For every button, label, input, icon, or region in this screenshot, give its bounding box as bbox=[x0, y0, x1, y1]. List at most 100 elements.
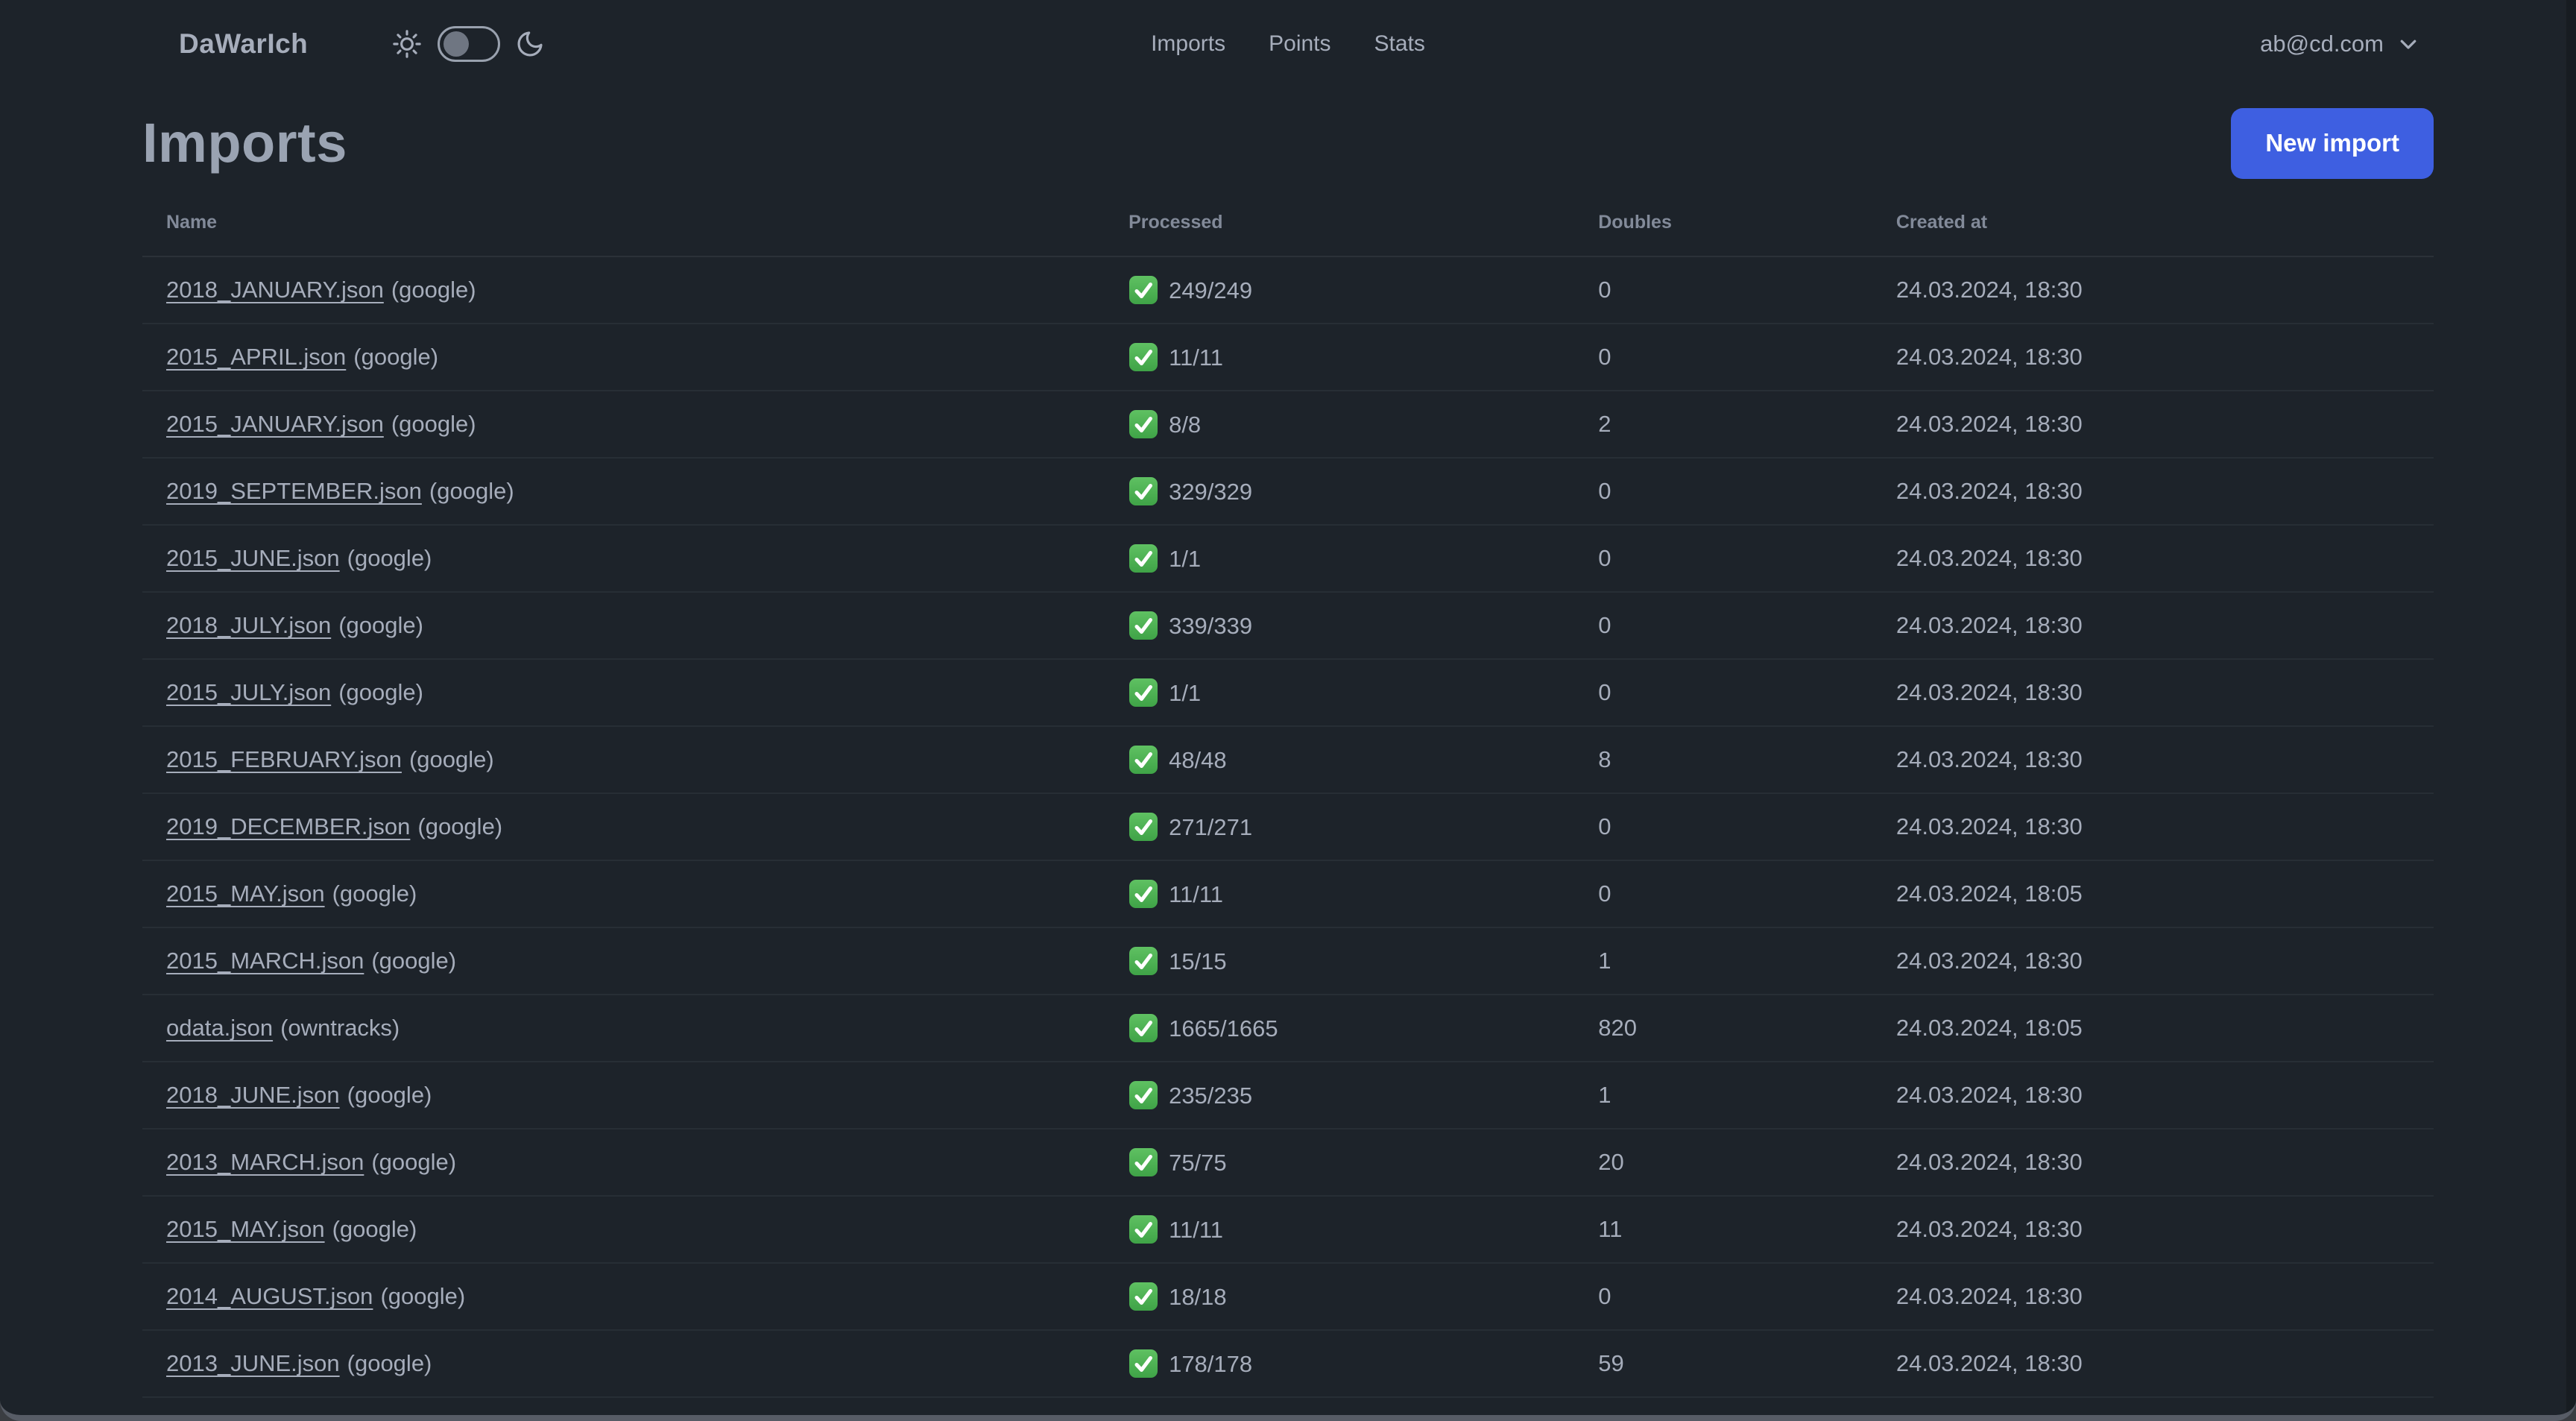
check-emoji-icon bbox=[1129, 947, 1158, 975]
table-row: 2019_SEPTEMBER.json (google) 329/329 0 24… bbox=[142, 458, 2434, 526]
import-file-link[interactable]: 2015_JANUARY.json bbox=[166, 411, 384, 437]
check-emoji-icon bbox=[1129, 678, 1158, 707]
processed-cell: 235/235 bbox=[1105, 1062, 1575, 1129]
created-at-cell: 24.03.2024, 18:30 bbox=[1872, 927, 2434, 995]
table-body: 2018_JANUARY.json (google) 249/249 0 24.0… bbox=[142, 256, 2434, 1415]
created-at-cell: 24.03.2024, 18:30 bbox=[1872, 1062, 2434, 1129]
created-at-cell: 24.03.2024, 18:05 bbox=[1872, 860, 2434, 928]
import-source: (google) bbox=[371, 948, 457, 974]
processed-cell: 48/48 bbox=[1105, 726, 1575, 794]
processed-count: 11/11 bbox=[1169, 881, 1224, 907]
app-logo[interactable]: DaWarIch bbox=[179, 28, 308, 60]
import-file-link[interactable]: 2018_JULY.json bbox=[166, 612, 331, 638]
doubles-cell: 0 bbox=[1574, 659, 1872, 727]
nav-item-stats[interactable]: Stats bbox=[1374, 31, 1425, 57]
table-row: 2018_JUNE.json (google) 235/235 1 24.03.2… bbox=[142, 1062, 2434, 1129]
scrollbar-gutter bbox=[2566, 0, 2576, 1415]
table-row: 2013_MARCH.json (google) 75/75 20 24.03.2… bbox=[142, 1129, 2434, 1197]
import-file-link[interactable]: 2015_MARCH.json bbox=[166, 948, 364, 974]
check-emoji-icon bbox=[1129, 1014, 1158, 1042]
nav-item-imports[interactable]: Imports bbox=[1151, 31, 1225, 57]
name-cell: 2015_APRIL.json (google) bbox=[142, 324, 1105, 391]
import-source: (google) bbox=[353, 344, 439, 370]
name-cell: 2018_JANUARY.json (google) bbox=[142, 256, 1105, 324]
import-source: (google) bbox=[332, 880, 417, 907]
import-file-link[interactable]: 2015_APRIL.json bbox=[166, 344, 346, 370]
import-file-link[interactable]: 2014_AUGUST.json bbox=[166, 1283, 373, 1309]
import-file-link[interactable]: 2015_MAY.json bbox=[166, 1216, 325, 1242]
import-source: (google) bbox=[408, 746, 494, 772]
main-nav: Imports Points Stats bbox=[1151, 31, 1425, 57]
table-row: 2018_JANUARY.json (google) 249/249 0 24.0… bbox=[142, 256, 2434, 324]
table-row: 2015_JUNE.json (google) 1/1 0 24.03.2024,… bbox=[142, 525, 2434, 593]
created-at-cell: 24.03.2024, 18:30 bbox=[1872, 1129, 2434, 1197]
processed-count: 329/329 bbox=[1169, 479, 1253, 505]
import-file-link[interactable]: 2015_FEBRUARY.json bbox=[166, 746, 402, 772]
import-source: (google) bbox=[371, 1149, 457, 1175]
processed-count: 8/8 bbox=[1169, 412, 1202, 438]
moon-icon bbox=[517, 31, 543, 57]
processed-cell: 1/1 bbox=[1105, 525, 1575, 593]
name-cell: odata.json (owntracks) bbox=[142, 995, 1105, 1062]
created-at-cell: 24.03.2024, 18:30 bbox=[1872, 1330, 2434, 1398]
processed-cell: 1665/1665 bbox=[1105, 995, 1575, 1062]
table-row: 2015_MARCH.json (google) 15/15 1 24.03.20… bbox=[142, 927, 2434, 995]
import-file-link[interactable]: odata.json bbox=[166, 1015, 273, 1041]
processed-cell: 75/75 bbox=[1105, 1129, 1575, 1197]
new-import-button[interactable]: New import bbox=[2231, 107, 2434, 179]
navbar: DaWarIch Imports Points Stats ab@cd.com bbox=[0, 0, 2576, 88]
processed-cell: 11/11 bbox=[1105, 1196, 1575, 1264]
check-emoji-icon bbox=[1129, 1282, 1158, 1311]
user-menu[interactable]: ab@cd.com bbox=[2260, 31, 2419, 57]
name-cell: 2019_DECEMBER.json (google) bbox=[142, 793, 1105, 861]
created-at-cell: 24.03.2024, 18:30 bbox=[1872, 1263, 2434, 1331]
processed-count: 271/271 bbox=[1169, 814, 1253, 840]
import-file-link[interactable]: 2018_JANUARY.json bbox=[166, 277, 384, 303]
created-at-cell: 24.03.2024, 18:30 bbox=[1872, 458, 2434, 526]
doubles-cell: 59 bbox=[1574, 1330, 1872, 1398]
processed-cell: 8/8 bbox=[1105, 391, 1575, 459]
created-at-cell: 24.03.2024, 18:30 bbox=[1872, 324, 2434, 391]
table-row: 2018_JULY.json (google) 339/339 0 24.03.2… bbox=[142, 592, 2434, 660]
nav-item-points[interactable]: Points bbox=[1269, 31, 1330, 57]
import-file-link[interactable]: 2015_JUNE.json bbox=[166, 545, 340, 571]
processed-count: 48/48 bbox=[1169, 747, 1227, 773]
import-source: (google) bbox=[338, 612, 423, 638]
import-file-link[interactable]: 2019_SEPTEMBER.json bbox=[166, 478, 422, 504]
check-emoji-icon bbox=[1129, 880, 1158, 908]
import-source: (owntracks) bbox=[280, 1015, 400, 1041]
doubles-cell: 1 bbox=[1574, 927, 1872, 995]
import-file-link[interactable]: 2015_MAY.json bbox=[166, 880, 325, 907]
import-source: (google) bbox=[429, 478, 514, 504]
theme-switch[interactable] bbox=[438, 26, 501, 62]
check-emoji-icon bbox=[1129, 343, 1158, 371]
check-emoji-icon bbox=[1129, 410, 1158, 438]
processed-cell: 249/249 bbox=[1105, 256, 1575, 324]
doubles-cell: 0 bbox=[1574, 592, 1872, 660]
created-at-cell: 24.03.2024, 18:30 bbox=[1872, 525, 2434, 593]
doubles-cell: 0 bbox=[1574, 793, 1872, 861]
import-source: (google) bbox=[347, 1082, 432, 1108]
import-file-link[interactable]: 2015_JULY.json bbox=[166, 679, 331, 705]
import-file-link[interactable]: 2019_DECEMBER.json bbox=[166, 813, 410, 839]
processed-cell: 178/178 bbox=[1105, 1330, 1575, 1398]
name-cell: 2019_SEPTEMBER.json (google) bbox=[142, 458, 1105, 526]
import-file-link[interactable]: 2018_JUNE.json bbox=[166, 1082, 340, 1108]
name-cell: 2015_MAY.json (google) bbox=[142, 1196, 1105, 1264]
import-file-link[interactable]: 2013_JUNE.json bbox=[166, 1350, 340, 1376]
created-at-cell bbox=[1872, 1397, 2434, 1415]
processed-count: 18/18 bbox=[1169, 1284, 1227, 1310]
check-emoji-icon bbox=[1129, 1148, 1158, 1176]
chevron-down-icon bbox=[2400, 40, 2416, 49]
import-source: (google) bbox=[380, 1283, 466, 1309]
check-emoji-icon bbox=[1129, 544, 1158, 573]
processed-cell: 329/329 bbox=[1105, 458, 1575, 526]
import-source: (google) bbox=[417, 813, 503, 839]
table-row bbox=[142, 1397, 2434, 1415]
processed-count: 1/1 bbox=[1169, 680, 1202, 706]
check-emoji-icon bbox=[1129, 1215, 1158, 1244]
import-file-link[interactable]: 2013_MARCH.json bbox=[166, 1149, 364, 1175]
doubles-cell: 20 bbox=[1574, 1129, 1872, 1197]
import-source: (google) bbox=[391, 277, 476, 303]
column-header-name: Name bbox=[142, 191, 1105, 257]
